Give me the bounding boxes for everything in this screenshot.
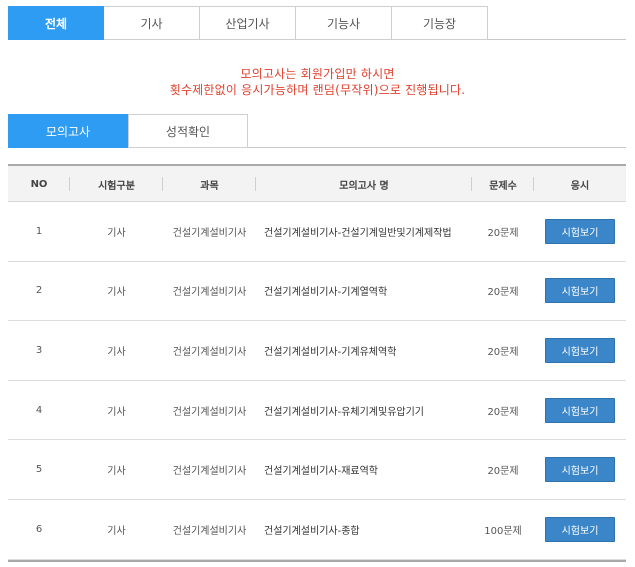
row-subject: 건설기계설비기사 bbox=[172, 525, 247, 537]
row-action-cell: 시험보기 bbox=[534, 321, 626, 380]
table-header: NO 시험구분 과목 모의고사 명 문제수 응시 bbox=[8, 164, 626, 202]
row-no: 5 bbox=[35, 464, 43, 476]
row-question-count: 20문제 bbox=[487, 287, 519, 299]
table-bottom-border bbox=[8, 559, 626, 562]
tab-master-craftsman[interactable]: 기능장 bbox=[392, 6, 488, 40]
header-subject: 과목 bbox=[163, 166, 256, 202]
tab-craftsman[interactable]: 기능사 bbox=[296, 6, 392, 40]
row-question-count: 20문제 bbox=[487, 466, 519, 478]
header-question-count: 문제수 bbox=[472, 166, 534, 202]
take-exam-button[interactable]: 시험보기 bbox=[545, 397, 615, 423]
row-action-cell: 시험보기 bbox=[534, 440, 626, 499]
row-exam-type: 기사 bbox=[107, 406, 126, 418]
table-row: 4 기사 건설기계설비기사 건설기계설비기사-유체기계및유압기기 20문제 시험… bbox=[8, 381, 626, 441]
row-action-cell: 시험보기 bbox=[534, 202, 626, 261]
row-exam-type: 기사 bbox=[107, 287, 126, 299]
row-exam-type: 기사 bbox=[107, 346, 126, 358]
row-no: 6 bbox=[35, 523, 43, 535]
take-exam-button[interactable]: 시험보기 bbox=[545, 218, 615, 244]
row-action-cell: 시험보기 bbox=[534, 381, 626, 440]
table-row: 5 기사 건설기계설비기사 건설기계설비기사-재료역학 20문제 시험보기 bbox=[8, 440, 626, 500]
row-exam-name: 건설기계설비기사-건설기계일반및기계제작법 bbox=[264, 227, 452, 239]
row-question-count: 20문제 bbox=[487, 406, 519, 418]
row-exam-type: 기사 bbox=[107, 227, 126, 239]
take-exam-button[interactable]: 시험보기 bbox=[545, 337, 615, 363]
row-exam-type: 기사 bbox=[107, 466, 126, 478]
mock-exam-table: NO 시험구분 과목 모의고사 명 문제수 응시 1 기사 건설기계설비기사 건… bbox=[8, 164, 626, 562]
row-exam-name: 건설기계설비기사-재료역학 bbox=[264, 466, 379, 478]
row-subject: 건설기계설비기사 bbox=[172, 227, 247, 239]
row-no: 2 bbox=[35, 285, 43, 297]
row-exam-type: 기사 bbox=[107, 525, 126, 537]
header-exam-type: 시험구분 bbox=[70, 166, 163, 202]
row-no: 1 bbox=[35, 225, 43, 237]
row-exam-name: 건설기계설비기사-종합 bbox=[264, 525, 360, 537]
category-tab-bar: 전체 기사 산업기사 기능사 기능장 bbox=[8, 6, 626, 40]
table-row: 6 기사 건설기계설비기사 건설기계설비기사-종합 100문제 시험보기 bbox=[8, 500, 626, 560]
tab-all[interactable]: 전체 bbox=[8, 6, 104, 40]
row-question-count: 20문제 bbox=[487, 227, 519, 239]
notice-message: 모의고사는 회원가입만 하시면 횟수제한없이 응시가능하며 랜덤(무작위)으로 … bbox=[0, 66, 635, 98]
row-subject: 건설기계설비기사 bbox=[172, 346, 247, 358]
row-no: 3 bbox=[35, 344, 43, 356]
take-exam-button[interactable]: 시험보기 bbox=[545, 278, 615, 304]
row-subject: 건설기계설비기사 bbox=[172, 406, 247, 418]
tab-industrial-gisa[interactable]: 산업기사 bbox=[200, 6, 296, 40]
row-exam-name: 건설기계설비기사-유체기계및유압기기 bbox=[264, 406, 425, 418]
row-action-cell: 시험보기 bbox=[534, 262, 626, 321]
row-exam-name: 건설기계설비기사-기계유체역학 bbox=[264, 346, 397, 358]
tab-score-check[interactable]: 성적확인 bbox=[128, 114, 248, 148]
notice-line-1: 모의고사는 회원가입만 하시면 bbox=[240, 67, 395, 81]
take-exam-button[interactable]: 시험보기 bbox=[545, 457, 615, 483]
tab-mock-exam[interactable]: 모의고사 bbox=[8, 114, 128, 148]
sub-tab-bar: 모의고사 성적확인 bbox=[8, 114, 626, 148]
row-subject: 건설기계설비기사 bbox=[172, 466, 247, 478]
row-subject: 건설기계설비기사 bbox=[172, 287, 247, 299]
header-action: 응시 bbox=[570, 180, 590, 192]
table-row: 2 기사 건설기계설비기사 건설기계설비기사-기계열역학 20문제 시험보기 bbox=[8, 262, 626, 322]
header-no: NO bbox=[8, 166, 70, 202]
header-exam-name: 모의고사 명 bbox=[256, 166, 472, 202]
row-question-count: 100문제 bbox=[484, 525, 522, 537]
row-question-count: 20문제 bbox=[487, 346, 519, 358]
take-exam-button[interactable]: 시험보기 bbox=[545, 516, 615, 542]
notice-line-2: 횟수제한없이 응시가능하며 랜덤(무작위)으로 진행됩니다. bbox=[169, 83, 466, 97]
row-exam-name: 건설기계설비기사-기계열역학 bbox=[264, 287, 388, 299]
tab-gisa[interactable]: 기사 bbox=[104, 6, 200, 40]
table-row: 1 기사 건설기계설비기사 건설기계설비기사-건설기계일반및기계제작법 20문제… bbox=[8, 202, 626, 262]
row-no: 4 bbox=[35, 404, 43, 416]
row-action-cell: 시험보기 bbox=[534, 500, 626, 559]
table-row: 3 기사 건설기계설비기사 건설기계설비기사-기계유체역학 20문제 시험보기 bbox=[8, 321, 626, 381]
